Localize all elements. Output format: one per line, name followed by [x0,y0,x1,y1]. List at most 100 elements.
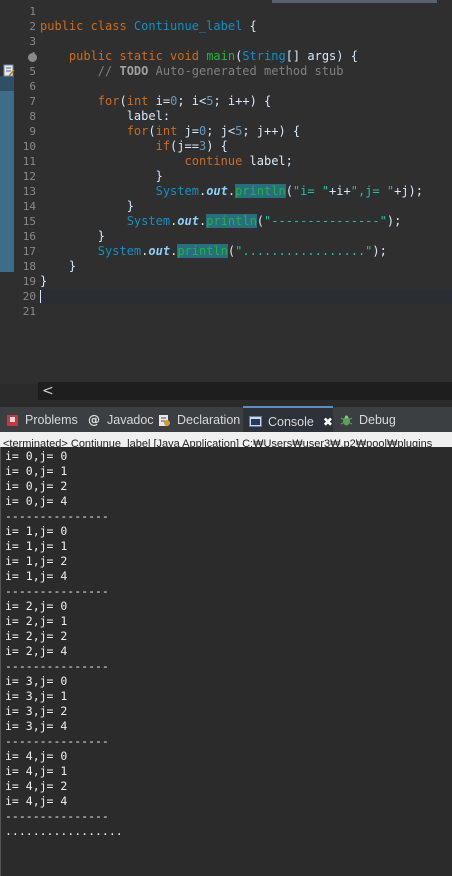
console-line: i= 4,j= 0 [5,749,68,763]
console-output[interactable]: i= 0,j= 0 i= 0,j= 1 i= 0,j= 2 i= 0,j= 4 ----… [0,447,452,876]
code-token: System [155,184,199,198]
code-token: "---------------" [264,214,387,228]
tab-debug[interactable]: Debug [340,407,396,433]
code-token: public static void [68,49,207,63]
code-editor[interactable]: 1 2 3 4 5 6 7 8 9 10 11 12 13 14 15 16 17 18 19 20 21 public… [0,0,452,384]
code-line: } [40,229,452,244]
code-line: System.out.println("................."); [40,244,452,259]
code-token: ; i< [177,94,207,108]
code-line: System.out.println("i= "+i+",j= "+j); [40,184,452,199]
code-token: System [126,214,171,228]
line-number: 16 [22,230,36,243]
console-line: i= 0,j= 1 [5,464,68,478]
code-token: ( [119,94,127,108]
code-token: ",j= " [350,184,395,198]
code-token: println [206,214,257,228]
line-number-gutter: 1 2 3 4 5 6 7 8 9 10 11 12 13 14 15 16 17 18 19 20 21 [16,4,36,319]
tab-console[interactable]: Console ✖ [243,406,333,435]
code-token: "................." [235,244,373,258]
line-number: 10 [22,140,36,153]
console-line: i= 0,j= 2 [5,479,68,493]
console-line: --------------- [5,584,109,598]
console-line: i= 1,j= 2 [5,554,68,568]
line-number: 20 [22,290,36,303]
code-line: } [40,169,452,184]
code-token: ; j++) { [242,124,301,138]
console-line: i= 0,j= 0 [5,449,68,463]
tab-console-label: Console [268,414,314,429]
console-line: i= 2,j= 2 [5,629,68,643]
code-token: Contiunue_label [133,19,243,33]
line-number: 15 [22,215,36,228]
line-number: 17 [22,245,36,258]
console-line: i= 3,j= 2 [5,704,68,718]
code-token: } [40,169,163,183]
console-line: i= 3,j= 0 [5,674,68,688]
code-area[interactable]: public class Contiunue_label { public st… [40,4,452,319]
code-line: } [40,199,452,214]
code-token: continue [184,154,250,168]
tab-javadoc-label: Javadoc [107,413,154,427]
code-token: ) { [336,49,358,63]
code-line: if(j==3) { [40,139,452,154]
declaration-icon [159,414,170,426]
code-token: } [40,259,77,273]
line-number: 12 [22,170,36,183]
tab-problems-label: Problems [25,413,78,427]
console-line: i= 3,j= 4 [5,719,68,733]
code-line: } [40,274,452,289]
tab-javadoc[interactable]: @ Javadoc [88,407,154,433]
line-number: 13 [22,185,36,198]
code-token: ) { [206,139,228,153]
close-icon[interactable]: ✖ [323,415,333,429]
console-lines: i= 0,j= 0 i= 0,j= 1 i= 0,j= 2 i= 0,j= 4 ----… [5,449,123,839]
line-number: 5 [29,65,36,78]
line-number: 8 [29,110,36,123]
code-token: label; [249,154,293,168]
debug-icon [340,415,353,425]
console-status-header: <terminated> Contiunue_label [Java Appli… [0,432,452,447]
code-token: main [206,49,236,63]
code-line: for(int j=0; j<5; j++) { [40,124,452,139]
code-token: if [155,139,171,153]
line-number: 7 [29,95,36,108]
code-token: String [242,49,286,63]
console-line: i= 1,j= 1 [5,539,68,553]
editor-tab-indicator [272,0,437,3]
code-token: ; j< [206,124,236,138]
scroll-left-arrow-icon[interactable]: < [42,382,54,400]
code-line: public class Contiunue_label { [40,19,452,34]
code-token: ( [256,214,265,228]
code-token: println [235,184,286,198]
console-line: i= 2,j= 0 [5,599,68,613]
console-line: --------------- [5,659,109,673]
javadoc-icon: @ [88,412,100,427]
console-line: i= 2,j= 4 [5,644,68,658]
tab-problems[interactable]: Problems [6,407,78,433]
views-tab-bar: Problems @ Javadoc Declaration Console ✖… [0,406,452,435]
code-token: i= [155,94,171,108]
line-number: 11 [22,155,36,168]
code-token: out [177,214,199,228]
tab-declaration[interactable]: Declaration [158,407,240,433]
code-token: +j); [394,184,423,198]
line-number: 21 [22,305,36,318]
code-token: (j== [170,139,199,153]
code-token: ); [386,214,402,228]
code-token: } [40,199,134,213]
code-token: label: [40,109,171,123]
code-token: args [307,49,337,63]
editor-horizontal-scrollbar[interactable]: < [38,382,452,400]
code-token: public class [40,19,134,33]
code-token: int [126,94,156,108]
code-token: ); [372,244,387,258]
line-number: 4 [29,50,36,63]
code-token: int [155,124,185,138]
code-line: } [40,259,452,274]
tab-declaration-label: Declaration [177,413,241,427]
